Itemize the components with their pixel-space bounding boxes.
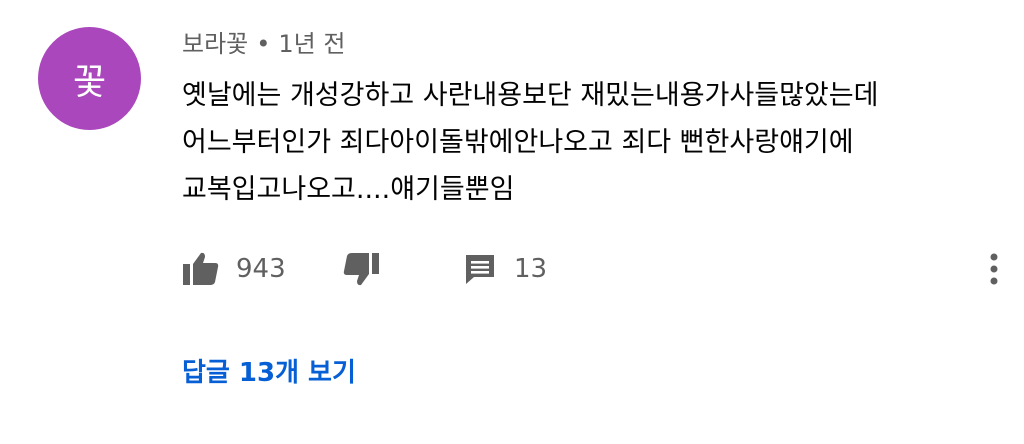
comment-actions: 943 13 [182,247,1012,291]
reply-count: 13 [514,254,548,284]
separator-dot: • [256,30,271,58]
comment-text: 옛날에는 개성강하고 사란내용보단 재밌는내용가사들많았는데 어느부터인가 죄다… [182,80,879,205]
thumb-up-icon [182,251,220,287]
dislike-button[interactable] [342,247,380,291]
reply-button[interactable]: 13 [462,247,547,291]
view-replies-link[interactable]: 답글 13개 보기 [182,354,356,392]
thumb-down-icon [342,251,380,287]
author-name[interactable]: 보라꽃 [182,30,248,58]
comment-timestamp[interactable]: 1년 전 [278,30,345,58]
avatar[interactable]: 꽃 [38,27,141,130]
more-vertical-icon [989,252,999,286]
comment-icon [462,251,498,287]
comment-header: 보라꽃 • 1년 전 [182,28,345,60]
comment-card: 꽃 보라꽃 • 1년 전 옛날에는 개성강하고 사란내용보단 재밌는내용가사들많았는… [0,0,1024,444]
action-menu-button[interactable] [982,251,1006,287]
like-count: 943 [236,254,286,284]
avatar-initial: 꽃 [72,61,107,103]
like-button[interactable]: 943 [182,247,286,291]
